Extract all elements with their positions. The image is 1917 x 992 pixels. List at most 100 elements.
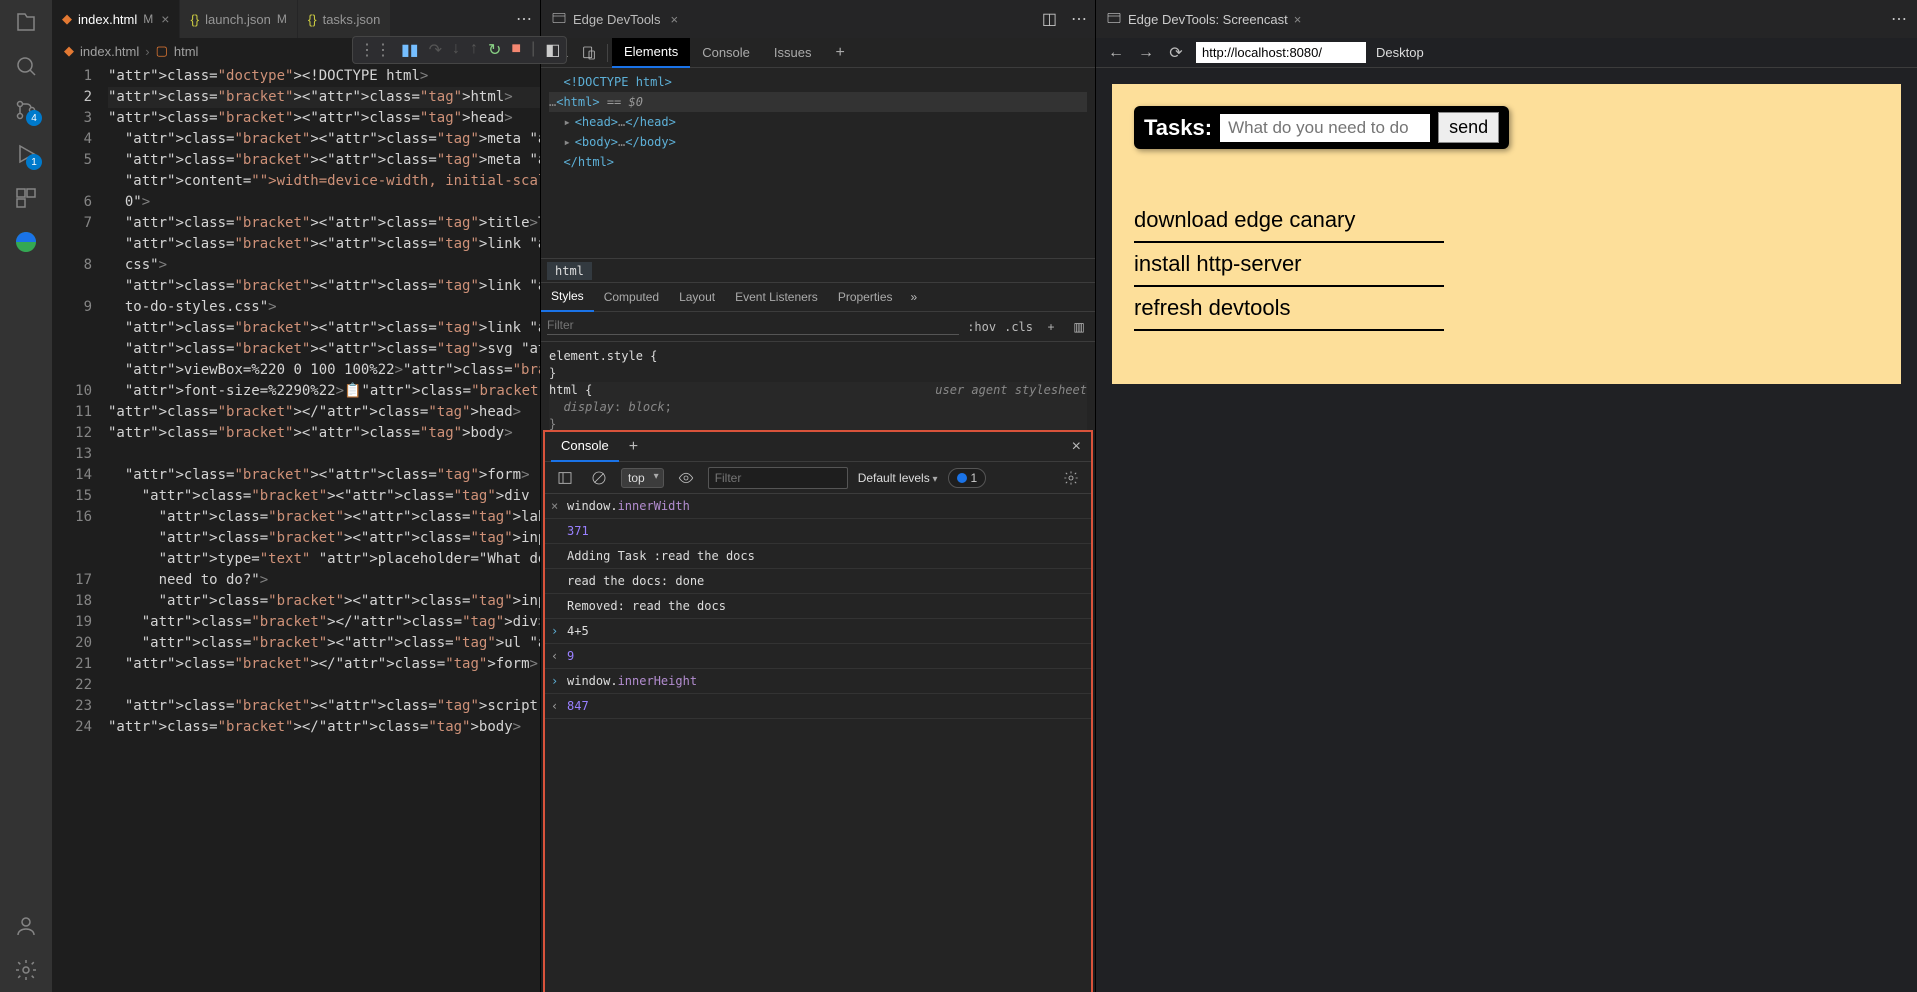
close-icon[interactable]: × — [1294, 12, 1302, 27]
pause-icon[interactable]: ▮▮ — [401, 40, 419, 60]
tab-computed[interactable]: Computed — [594, 282, 669, 312]
panel-console[interactable]: Console — [690, 38, 762, 68]
explorer-icon[interactable] — [12, 8, 40, 36]
styles-tabs: Styles Computed Layout Event Listeners P… — [541, 282, 1095, 312]
settings-gear-icon[interactable] — [12, 956, 40, 984]
close-icon[interactable]: × — [161, 11, 169, 27]
console-message[interactable]: ›window.innerHeight — [545, 669, 1091, 694]
issue-dot-icon — [957, 473, 967, 483]
console-drawer: Console + × top Default levels 1 ×window… — [543, 430, 1093, 992]
scm-badge: 4 — [26, 110, 42, 126]
console-message[interactable]: ‹847 — [545, 694, 1091, 719]
editor-tab-overflow[interactable]: ⋯ — [508, 0, 540, 38]
dom-head-node[interactable]: ▸<head>…</head> — [549, 112, 1087, 132]
step-into-icon[interactable]: ↓ — [452, 40, 460, 60]
computed-sidebar-icon[interactable]: ▥ — [1069, 317, 1089, 337]
task-form: Tasks: send — [1134, 106, 1509, 149]
nav-back-icon[interactable]: ← — [1106, 44, 1126, 62]
console-toolbar: top Default levels 1 — [545, 462, 1091, 494]
cls-toggle[interactable]: .cls — [1004, 320, 1033, 334]
tab-index-html[interactable]: ◆ index.html M × — [52, 0, 180, 38]
screencast-more-icon[interactable]: ⋯ — [1881, 9, 1917, 29]
tab-event-listeners[interactable]: Event Listeners — [725, 282, 828, 312]
styles-overflow-icon[interactable]: » — [903, 290, 926, 304]
console-message[interactable]: ×window.innerWidth — [545, 494, 1091, 519]
clear-console-icon[interactable] — [587, 466, 611, 490]
accounts-icon[interactable] — [12, 912, 40, 940]
console-message[interactable]: ‹9 — [545, 644, 1091, 669]
devtools-toolbar: Elements Console Issues + — [541, 38, 1095, 68]
devtools-tab[interactable]: Edge DevTools × — [541, 10, 688, 29]
extensions-icon[interactable] — [12, 184, 40, 212]
search-icon[interactable] — [12, 52, 40, 80]
step-over-icon[interactable]: ↷ — [429, 40, 442, 60]
task-item[interactable]: install http-server — [1134, 243, 1444, 287]
device-mode-label[interactable]: Desktop — [1376, 45, 1424, 60]
screencast-nav-toolbar: ← → ⟳ Desktop — [1096, 38, 1917, 68]
editor-tabs: ◆ index.html M × {} launch.json M {} tas… — [52, 0, 540, 38]
debug-toolbar: ⋮⋮ ▮▮ ↷ ↓ ↑ ↻ ■ | ◧ — [352, 36, 567, 64]
styles-filter-input[interactable] — [547, 318, 959, 332]
url-input[interactable] — [1196, 42, 1366, 63]
dom-breadcrumb[interactable]: html — [541, 258, 1095, 282]
devtools-toggle-icon[interactable]: ◧ — [545, 40, 560, 60]
console-close-icon[interactable]: × — [1062, 438, 1091, 456]
debug-badge: 1 — [26, 154, 42, 170]
nav-forward-icon[interactable]: → — [1136, 44, 1156, 62]
screencast-tab[interactable]: Edge DevTools: Screencast × — [1096, 10, 1311, 29]
console-drawer-tab[interactable]: Console — [551, 432, 619, 462]
execution-context-select[interactable]: top — [621, 468, 664, 488]
tab-tasks-json[interactable]: {} tasks.json — [298, 0, 392, 38]
close-icon[interactable]: × — [670, 12, 678, 27]
panel-issues[interactable]: Issues — [762, 38, 824, 68]
task-input[interactable] — [1220, 114, 1430, 142]
devtools-column: Edge DevTools × ◫ ⋯ Elements Console Iss… — [540, 0, 1095, 992]
task-item[interactable]: refresh devtools — [1134, 287, 1444, 331]
tab-properties[interactable]: Properties — [828, 282, 903, 312]
stop-icon[interactable]: ■ — [511, 40, 521, 60]
console-message[interactable]: ›4+5 — [545, 619, 1091, 644]
tasks-label: Tasks: — [1144, 115, 1212, 141]
activity-bar: 4 1 — [0, 0, 52, 992]
task-list: download edge canaryinstall http-serverr… — [1134, 199, 1879, 331]
preview-icon — [1106, 10, 1122, 29]
console-add-tab[interactable]: + — [619, 438, 648, 456]
source-control-icon[interactable]: 4 — [12, 96, 40, 124]
send-button[interactable]: send — [1438, 112, 1499, 143]
console-filter-input[interactable] — [708, 467, 848, 489]
tab-styles[interactable]: Styles — [541, 282, 594, 312]
new-style-rule-icon[interactable]: + — [1041, 317, 1061, 337]
log-levels-select[interactable]: Default levels — [858, 471, 938, 485]
console-message[interactable]: 371 — [545, 519, 1091, 544]
add-panel[interactable]: + — [823, 38, 856, 68]
issues-pill[interactable]: 1 — [948, 468, 987, 488]
console-settings-icon[interactable] — [1059, 466, 1083, 490]
console-message[interactable]: read the docs: done — [545, 569, 1091, 594]
console-message[interactable]: Removed: read the docs — [545, 594, 1091, 619]
console-messages[interactable]: ×window.innerWidth 371 Adding Task :read… — [545, 494, 1091, 992]
dom-body-node[interactable]: ▸<body>…</body> — [549, 132, 1087, 152]
code-editor[interactable]: 12345 67 8 9 10111213141516 171819202122… — [52, 64, 540, 992]
styles-pane[interactable]: element.style { } user agent stylesheet … — [541, 342, 1095, 430]
tab-launch-json[interactable]: {} launch.json M — [180, 0, 297, 38]
more-actions-icon[interactable]: ⋯ — [1071, 9, 1087, 29]
live-expression-icon[interactable] — [674, 466, 698, 490]
console-message[interactable]: Adding Task :read the docs — [545, 544, 1091, 569]
hov-toggle[interactable]: :hov — [967, 320, 996, 334]
todo-app: Tasks: send download edge canaryinstall … — [1112, 84, 1901, 384]
run-debug-icon[interactable]: 1 — [12, 140, 40, 168]
panel-elements[interactable]: Elements — [612, 38, 690, 68]
styles-toolbar: :hov .cls + ▥ — [541, 312, 1095, 342]
device-emulation-icon[interactable] — [575, 39, 603, 67]
dom-tree[interactable]: <!DOCTYPE html> …<html> == $0 ▸<head>…</… — [541, 68, 1095, 258]
restart-icon[interactable]: ↻ — [488, 40, 501, 60]
drag-handle-icon[interactable]: ⋮⋮ — [359, 40, 391, 60]
tab-layout[interactable]: Layout — [669, 282, 725, 312]
console-sidebar-toggle-icon[interactable] — [553, 466, 577, 490]
step-out-icon[interactable]: ↑ — [470, 40, 478, 60]
task-item[interactable]: download edge canary — [1134, 199, 1444, 243]
edge-devtools-activity-icon[interactable] — [12, 228, 40, 256]
nav-reload-icon[interactable]: ⟳ — [1166, 43, 1186, 63]
device-viewport: Tasks: send download edge canaryinstall … — [1096, 68, 1917, 992]
split-editor-icon[interactable]: ◫ — [1042, 9, 1057, 29]
